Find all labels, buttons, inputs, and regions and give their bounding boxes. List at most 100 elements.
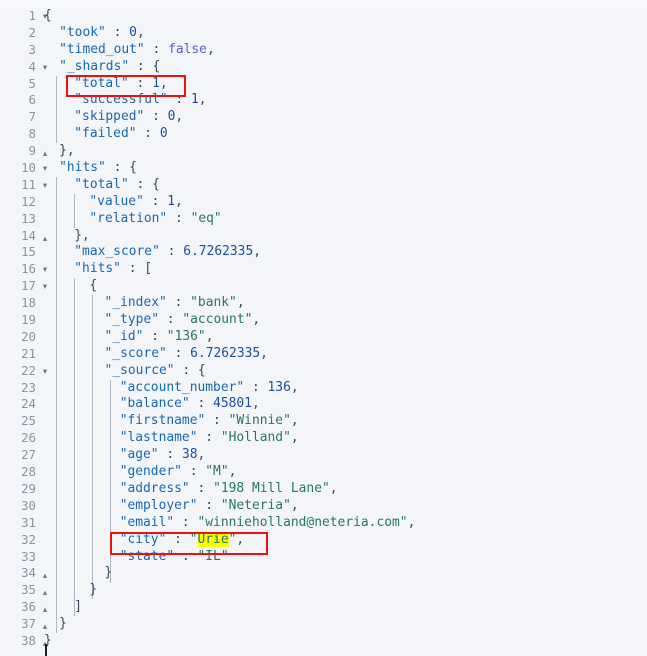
code-line[interactable]: 25 "firstname" : "Winnie", [0,413,647,430]
code-line-content[interactable]: "address" : "198 Mill Lane", [120,481,338,498]
code-line[interactable]: 7 "skipped" : 0, [0,109,647,126]
code-line[interactable]: 5 "total" : 1, [0,76,647,93]
code-line-content[interactable]: "_type" : "account", [105,312,261,329]
fold-collapse-icon[interactable]: ▾ [40,160,50,178]
code-line-content[interactable]: "relation" : "eq" [89,211,221,228]
code-line[interactable]: 22 ▾ "_source" : { [0,363,647,380]
line-number: 25 [21,413,36,429]
code-line-content[interactable]: "total" : { [74,177,160,194]
code-line[interactable]: 23 "account_number" : 136, [0,380,647,397]
code-line-content[interactable]: "age" : 38, [120,447,206,464]
code-token: "_score" [104,345,167,361]
code-line-content[interactable]: ] [74,599,82,616]
code-line[interactable]: 3 "timed_out" : false, [0,42,647,59]
code-line-content[interactable]: { [44,8,52,25]
code-line-content[interactable]: "gender" : "M", [120,464,237,481]
code-token: "hits" [74,261,121,277]
code-line[interactable]: 20 "_id" : "136", [0,329,647,346]
code-line[interactable]: 4 ▾ "_shards" : { [0,59,647,76]
code-line[interactable]: 35 ▴} [0,582,647,599]
code-token: "lastname" [119,430,198,446]
code-line-content[interactable]: "email" : "winnieholland@neteria.com", [120,515,416,532]
line-number: 28 [21,464,36,480]
code-line-content[interactable]: }, [59,143,75,160]
code-line-content[interactable]: "hits" : { [59,160,137,177]
code-line[interactable]: 24 "balance" : 45801, [0,396,647,413]
fold-collapse-icon[interactable]: ▾ [40,261,50,279]
code-line[interactable]: 18 "_index" : "bank", [0,295,647,312]
code-token: : [159,312,183,328]
fold-collapse-icon[interactable]: ▾ [40,59,50,77]
code-line[interactable]: 9 ▴}, [0,143,647,160]
code-line-content[interactable]: "lastname" : "Holland", [120,430,299,447]
code-token: , [260,345,268,361]
code-line[interactable]: 8 "failed" : 0 [0,126,647,143]
code-line-content[interactable]: "total" : 1, [74,76,167,93]
code-line[interactable]: 27 "age" : 38, [0,447,647,464]
code-line-content[interactable]: { [89,278,97,295]
code-line[interactable]: 16 ▾ "hits" : [ [0,261,647,278]
code-line[interactable]: 10 ▾ "hits" : { [0,160,647,177]
code-line[interactable]: 37 ▴} [0,616,647,633]
code-line[interactable]: 26 "lastname" : "Holland", [0,430,647,447]
code-line-content[interactable]: "state" : "IL" [120,549,229,566]
code-line[interactable]: 36 ▴] [0,599,647,616]
code-line-content[interactable]: "_index" : "bank", [105,295,245,312]
code-line-content[interactable]: "account_number" : 136, [120,380,299,397]
code-line-content[interactable]: } [59,616,67,633]
code-line-content[interactable]: "timed_out" : false, [59,42,215,59]
code-line-content[interactable]: "_id" : "136", [105,329,214,346]
code-line[interactable]: 38▴} [0,633,647,650]
code-line-content[interactable]: "successful" : 1, [74,92,206,109]
code-line-content[interactable]: "city" : "Urie", [120,531,245,549]
code-line-content[interactable]: "hits" : [ [74,261,152,278]
code-line-content[interactable]: "max_score" : 6.7262335, [74,244,261,261]
code-token: "bank" [190,295,237,311]
code-line[interactable]: 21 "_score" : 6.7262335, [0,346,647,363]
fold-collapse-icon[interactable]: ▾ [40,278,50,296]
code-line[interactable]: 29 "address" : "198 Mill Lane", [0,481,647,498]
code-area[interactable]: 1 ▾{2 "took" : 0, 3 "timed_out" : false, 4 ▾ "_… [0,8,647,656]
code-line[interactable]: 17 ▾ { [0,278,647,295]
code-line-content[interactable]: "_score" : 6.7262335, [105,346,268,363]
code-token: : [167,210,191,226]
line-number: 36 [21,599,36,615]
code-line-content[interactable]: } [89,582,97,599]
code-line[interactable]: 33 "state" : "IL" [0,549,647,566]
code-token: { [152,176,160,192]
code-line[interactable]: 2 "took" : 0, [0,25,647,42]
code-line[interactable]: 32 "city" : "Urie", [0,531,647,549]
code-line[interactable]: 31 "email" : "winnieholland@neteria.com", [0,515,647,532]
code-line-content[interactable]: } [105,565,113,582]
code-line[interactable]: 15 "max_score" : 6.7262335, [0,244,647,261]
code-line[interactable]: 19 "_type" : "account", [0,312,647,329]
code-line[interactable]: 30 "employer" : "Neteria", [0,498,647,515]
code-line-content[interactable]: "balance" : 45801, [120,396,260,413]
code-line[interactable]: 1 ▾{ [0,8,647,25]
code-lines[interactable]: 1 ▾{2 "took" : 0, 3 "timed_out" : false, 4 ▾ "_… [0,8,647,650]
code-line-content[interactable]: "took" : 0, [59,25,145,42]
code-line[interactable]: 6 "successful" : 1, [0,92,647,109]
code-line[interactable]: 14 ▴}, [0,228,647,245]
code-line-content[interactable]: "failed" : 0 [74,126,167,143]
code-line-content[interactable]: "skipped" : 0, [74,109,183,126]
code-line-content[interactable]: }, [74,228,90,245]
code-line-content[interactable]: "firstname" : "Winnie", [120,413,299,430]
code-line-content[interactable]: "_source" : { [105,363,206,380]
code-line-content[interactable]: "value" : 1, [89,194,182,211]
code-line[interactable]: 28 "gender" : "M", [0,464,647,481]
code-line[interactable]: 11 ▾ "total" : { [0,177,647,194]
fold-collapse-icon[interactable]: ▾ [40,177,50,195]
code-line-content[interactable]: "_shards" : { [59,59,160,76]
code-line[interactable]: 13 "relation" : "eq" [0,211,647,228]
code-token: 1 [167,193,175,209]
text-caret [45,644,47,656]
json-code-editor[interactable]: 1 ▾{2 "took" : 0, 3 "timed_out" : false, 4 ▾ "_… [0,0,647,656]
code-token: " [189,531,198,547]
code-line[interactable]: 12 "value" : 1, [0,194,647,211]
line-number: 16 [21,261,36,277]
code-line-content[interactable]: "employer" : "Neteria", [120,498,299,515]
code-line[interactable]: 34 ▴} [0,565,647,582]
code-token: , [198,92,207,108]
fold-collapse-icon[interactable]: ▾ [40,363,50,381]
